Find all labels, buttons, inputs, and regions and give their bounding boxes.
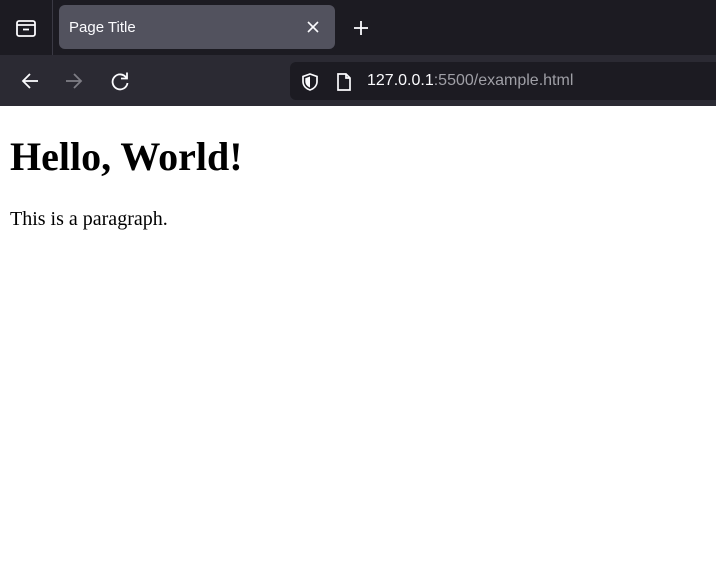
url-text[interactable]: 127.0.0.1:5500/example.html — [367, 71, 573, 91]
reload-icon — [111, 72, 129, 91]
new-tab-button[interactable] — [349, 16, 373, 40]
plus-icon — [354, 21, 368, 35]
page-content: Hello, World! This is a paragraph. — [0, 106, 716, 572]
tab-close-button[interactable] — [303, 17, 323, 37]
url-host: 127.0.0.1 — [367, 72, 434, 89]
tab-overview-icon — [16, 19, 36, 37]
tracking-protection-button[interactable] — [299, 71, 321, 93]
navigation-toolbar: 127.0.0.1:5500/example.html — [0, 55, 716, 106]
arrow-right-icon — [66, 73, 83, 89]
forward-button[interactable] — [61, 68, 87, 94]
site-info-button[interactable] — [334, 71, 354, 93]
reload-button[interactable] — [107, 68, 133, 94]
browser-window: Page Title 127.0.0.1:5500/example.html H… — [0, 0, 716, 572]
back-button[interactable] — [17, 68, 43, 94]
page-heading: Hello, World! — [10, 134, 243, 179]
tab-strip: Page Title — [0, 0, 716, 55]
page-paragraph: This is a paragraph. — [10, 208, 168, 230]
shield-icon — [302, 73, 318, 91]
url-bar[interactable]: 127.0.0.1:5500/example.html — [290, 62, 716, 100]
url-path: :5500/example.html — [433, 72, 574, 89]
tab-overview-button[interactable] — [0, 0, 53, 55]
arrow-left-icon — [21, 73, 38, 89]
page-icon — [337, 73, 351, 91]
close-icon — [307, 21, 319, 33]
tab-page-title[interactable]: Page Title — [59, 5, 335, 49]
tab-title: Page Title — [69, 18, 136, 36]
